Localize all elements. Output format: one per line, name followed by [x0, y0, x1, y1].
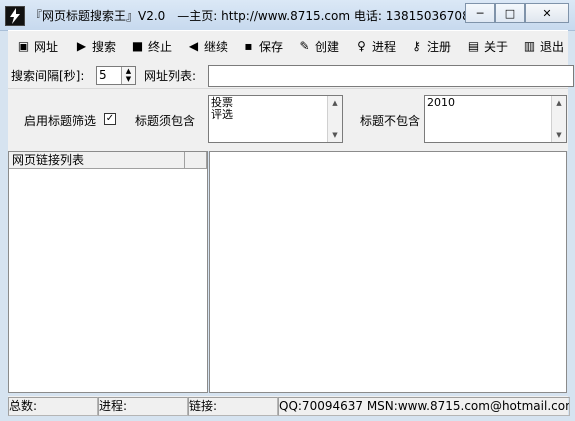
title-bar: 『网页标题搜索王』V2.0 —主页: http://www.8715.com 电…	[0, 0, 575, 31]
create-icon: ✎	[299, 39, 310, 53]
toolbar-save-button[interactable]: ▪ 保存	[241, 37, 283, 55]
scroll-down-icon[interactable]: ▼	[328, 128, 342, 142]
search-settings-row: 搜索间隔[秒]: ▲▼ 网址列表:	[8, 60, 574, 88]
include-label: 标题须包含	[135, 114, 196, 128]
url-icon: ▣	[17, 39, 30, 53]
include-text: 投票 评选	[211, 96, 233, 121]
toolbar-search-button[interactable]: ▶ 搜索	[74, 37, 116, 55]
include-scrollbar[interactable]: ▲ ▼	[327, 96, 342, 142]
second-column[interactable]	[185, 152, 207, 168]
total-label: 总数:	[9, 399, 38, 413]
interval-label: 搜索间隔[秒]:	[11, 69, 85, 83]
scroll-up-icon[interactable]: ▲	[328, 96, 342, 110]
bulb-icon: ♀	[357, 39, 366, 53]
window-title: 『网页标题搜索王』V2.0 —主页: http://www.8715.com 电…	[30, 9, 470, 23]
app-lightning-icon	[5, 6, 25, 26]
resume-icon: ◀	[188, 39, 199, 53]
toolbar-url-button[interactable]: ▣ 网址	[16, 37, 58, 55]
key-icon: ⚷	[412, 39, 421, 53]
toolbar-create-button[interactable]: ✎ 创建	[297, 37, 339, 55]
link-list-header: 网页链接列表	[9, 152, 207, 169]
include-textarea[interactable]: 投票 评选 ▲ ▼	[208, 95, 343, 143]
preview-pane[interactable]	[209, 151, 567, 393]
exclude-scrollbar[interactable]: ▲ ▼	[551, 96, 566, 142]
toolbar-register-button[interactable]: ⚷ 注册	[409, 37, 451, 55]
toolbar-process-button[interactable]: ♀ 进程	[354, 37, 396, 55]
minimize-button[interactable]: ─	[465, 3, 495, 23]
main-toolbar: ▣ 网址 ▶ 搜索 ■ 终止 ◀ 继续 ▪ 保存 ✎ 创建 ♀ 进程 ⚷ 注册 ▤ 关于 ▥ 退出	[8, 30, 568, 61]
exclude-text: 2010	[427, 96, 455, 109]
play-icon: ▶	[76, 39, 87, 53]
status-bar: 总数: 进程: 链接: QQ:70094637 MSN:www.8715.com…	[8, 396, 570, 416]
spin-up-icon[interactable]: ▲	[122, 67, 135, 75]
exclude-label: 标题不包含	[360, 114, 421, 128]
close-button[interactable]: ✕	[525, 3, 569, 23]
link-list-pane[interactable]: 网页链接列表	[8, 151, 208, 393]
contact-status: QQ:70094637 MSN:www.8715.com@hotmail.com	[278, 397, 570, 416]
stop-icon: ■	[131, 39, 144, 53]
toolbar-resume-button[interactable]: ◀ 继续	[186, 37, 228, 55]
about-icon: ▤	[467, 39, 480, 53]
interval-input[interactable]	[97, 67, 123, 82]
toolbar-about-button[interactable]: ▤ 关于	[466, 37, 508, 55]
exclude-textarea[interactable]: 2010 ▲ ▼	[424, 95, 567, 143]
scroll-up-icon[interactable]: ▲	[552, 96, 566, 110]
link-label: 链接:	[189, 399, 218, 413]
link-list-column[interactable]: 网页链接列表	[9, 152, 185, 168]
progress-label: 进程:	[99, 399, 128, 413]
title-filter-row: 启用标题筛选 ✓ 标题须包含 投票 评选 ▲ ▼ 标题不包含 2010 ▲ ▼	[8, 88, 568, 151]
url-list-label: 网址列表:	[144, 69, 197, 83]
progress-status: 进程:	[98, 397, 188, 416]
interval-spinbox[interactable]: ▲▼	[96, 66, 136, 85]
filter-checkbox[interactable]: ✓	[104, 113, 116, 125]
toolbar-stop-button[interactable]: ■ 终止	[130, 37, 172, 55]
exit-icon: ▥	[523, 39, 536, 53]
link-status: 链接:	[188, 397, 278, 416]
scroll-down-icon[interactable]: ▼	[552, 128, 566, 142]
filter-enable-label: 启用标题筛选	[24, 114, 97, 128]
total-status: 总数:	[8, 397, 98, 416]
maximize-button[interactable]: □	[495, 3, 525, 23]
toolbar-exit-button[interactable]: ▥ 退出	[522, 37, 564, 55]
spin-down-icon[interactable]: ▼	[122, 75, 135, 83]
url-list-input[interactable]	[208, 65, 574, 87]
save-icon: ▪	[244, 39, 253, 53]
